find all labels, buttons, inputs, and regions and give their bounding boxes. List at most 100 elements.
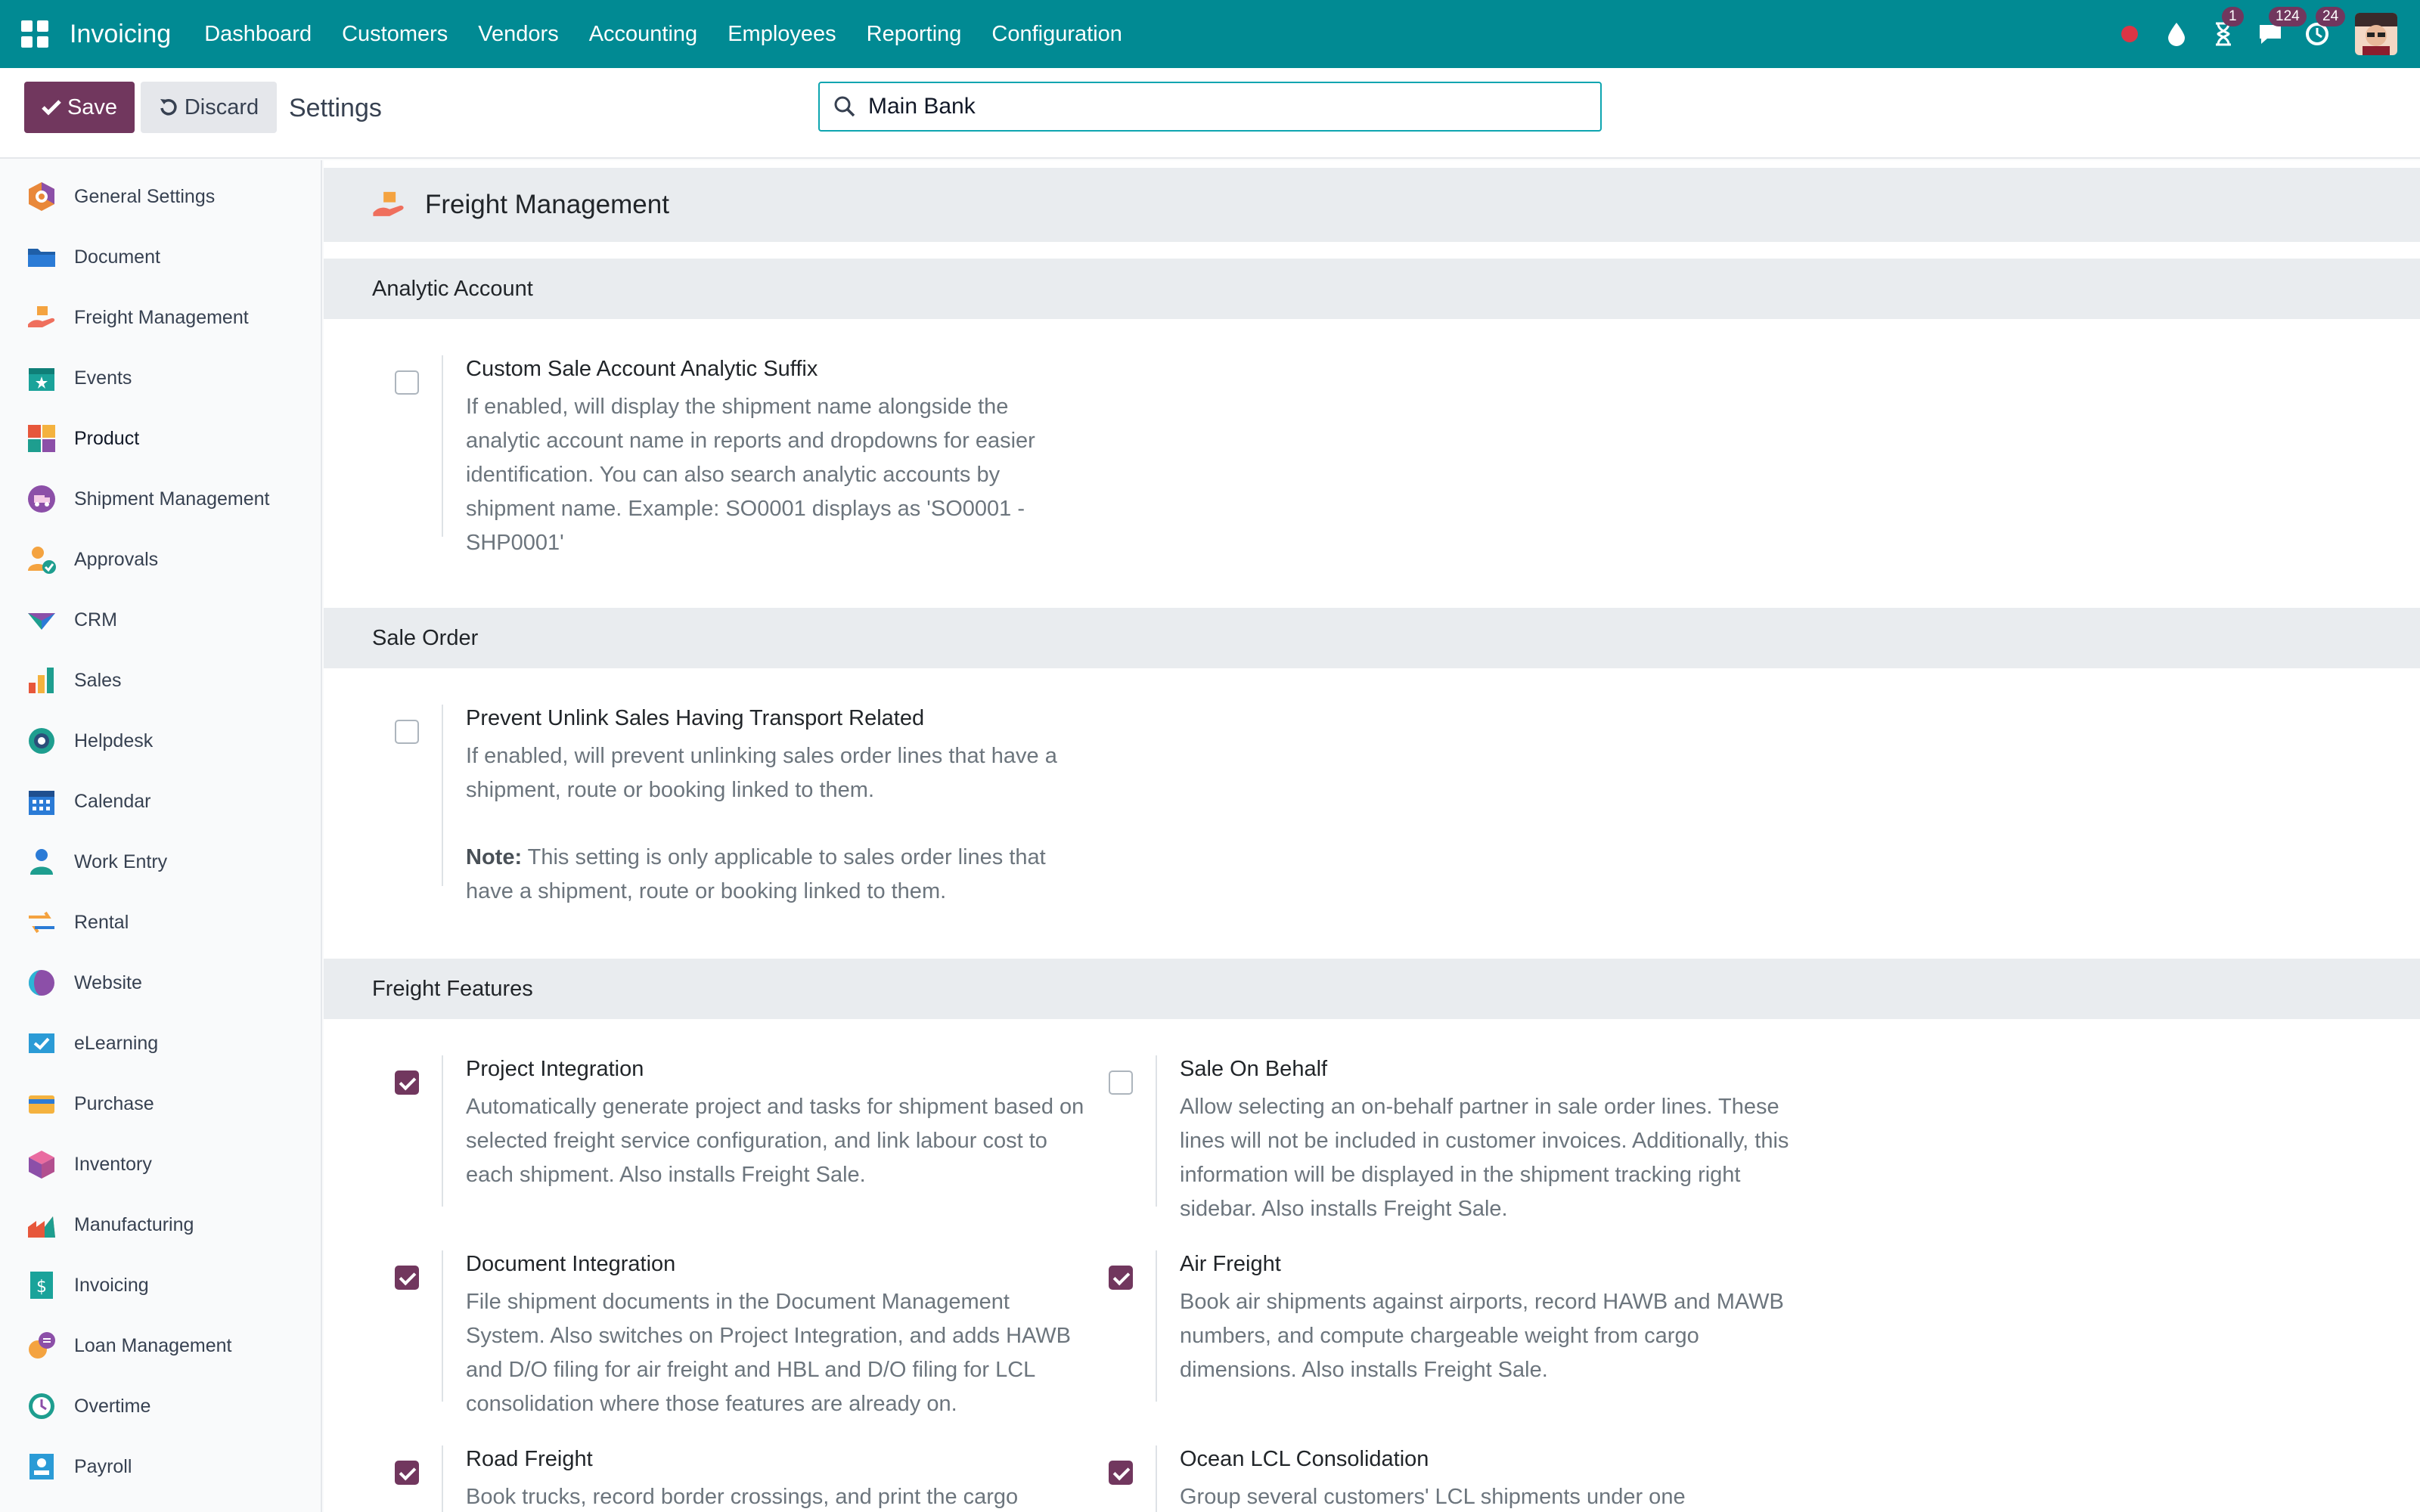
- setting-checkbox[interactable]: [1109, 1266, 1133, 1290]
- settings-search-box[interactable]: [818, 82, 1602, 132]
- sales-icon: [29, 668, 54, 693]
- sidebar-item-crm[interactable]: CRM: [0, 590, 322, 650]
- control-panel: Save Discard Settings: [0, 68, 2420, 159]
- setting-divider: [442, 1445, 443, 1512]
- messages-icon[interactable]: 124: [2255, 7, 2307, 49]
- sidebar-item-purchase[interactable]: Purchase: [0, 1074, 322, 1134]
- setting-ocean-lcl-consolidation: Ocean LCL Consolidation Group several cu…: [1109, 1445, 1789, 1512]
- overtime-icon: [29, 1393, 54, 1419]
- sidebar-item-label: Invoicing: [74, 1274, 149, 1296]
- setting-checkbox[interactable]: [395, 1461, 419, 1485]
- sidebar-item-overtime[interactable]: Overtime: [0, 1376, 322, 1436]
- approvals-icon: [28, 547, 56, 574]
- events-icon: [29, 368, 54, 391]
- sidebar-item-shipment-management[interactable]: Shipment Management: [0, 469, 322, 529]
- freight-management-icon: [28, 306, 55, 327]
- purchase-icon: [29, 1095, 54, 1114]
- setting-checkbox[interactable]: [395, 720, 419, 744]
- sidebar-item-general-settings[interactable]: General Settings: [0, 166, 322, 227]
- setting-project-integration: Project Integration Automatically genera…: [395, 1055, 1084, 1207]
- setting-description: File shipment documents in the Document …: [466, 1290, 1072, 1416]
- setting-description: If enabled, will prevent unlinking sales…: [466, 744, 1057, 802]
- shipment-management-icon: [28, 485, 55, 513]
- document-folder-icon: [28, 249, 55, 267]
- sidebar-item-website[interactable]: Website: [0, 953, 322, 1013]
- droplet-icon[interactable]: [2161, 19, 2192, 49]
- setting-description: If enabled, will display the shipment na…: [466, 395, 1035, 555]
- sidebar-item-work-entry[interactable]: Work Entry: [0, 832, 322, 892]
- sidebar-item-label: Website: [74, 971, 142, 993]
- save-button[interactable]: Save: [24, 82, 135, 133]
- setting-road-freight: Road Freight Book trucks, record border …: [395, 1445, 1075, 1512]
- setting-divider: [442, 355, 443, 537]
- menu-customers[interactable]: Customers: [342, 22, 448, 47]
- recording-dot-icon[interactable]: [2114, 19, 2145, 49]
- rental-icon: [29, 911, 54, 934]
- sidebar-item-manufacturing[interactable]: Manufacturing: [0, 1194, 322, 1255]
- setting-checkbox[interactable]: [1109, 1461, 1133, 1485]
- sidebar-item-rental[interactable]: Rental: [0, 892, 322, 953]
- sidebar-item-helpdesk[interactable]: Helpdesk: [0, 711, 322, 771]
- sidebar-item-loan-management[interactable]: Loan Management: [0, 1315, 322, 1376]
- setting-checkbox[interactable]: [1109, 1070, 1133, 1095]
- discard-button[interactable]: Discard: [141, 82, 277, 133]
- sidebar-item-invoicing[interactable]: $ Invoicing: [0, 1255, 322, 1315]
- menu-accounting[interactable]: Accounting: [589, 22, 698, 47]
- menu-employees[interactable]: Employees: [728, 22, 836, 47]
- menu-configuration[interactable]: Configuration: [991, 22, 1122, 47]
- sidebar-item-label: Inventory: [74, 1153, 152, 1175]
- freight-management-icon: [373, 191, 404, 216]
- sidebar-item-label: Manufacturing: [74, 1213, 194, 1235]
- setting-title: Road Freight: [466, 1447, 593, 1471]
- updates-clock-icon[interactable]: 24: [2302, 7, 2346, 49]
- work-entry-icon: [30, 849, 53, 875]
- setting-title: Custom Sale Account Analytic Suffix: [466, 357, 818, 381]
- sidebar-item-events[interactable]: Events: [0, 348, 322, 408]
- menu-reporting[interactable]: Reporting: [867, 22, 962, 47]
- settings-content: Freight Management Analytic Account Cust…: [324, 160, 2420, 1512]
- sidebar-item-elearning[interactable]: eLearning: [0, 1013, 322, 1074]
- save-button-label: Save: [67, 94, 118, 119]
- app-menu-grid-icon[interactable]: [21, 20, 48, 48]
- sidebar-item-payroll[interactable]: Payroll: [0, 1436, 322, 1497]
- search-input[interactable]: [868, 94, 1549, 119]
- setting-divider: [442, 705, 443, 886]
- setting-title: Sale On Behalf: [1180, 1057, 1328, 1081]
- setting-title: Document Integration: [466, 1252, 676, 1276]
- sidebar-item-sales[interactable]: Sales: [0, 650, 322, 711]
- setting-title: Ocean LCL Consolidation: [1180, 1447, 1429, 1471]
- sidebar-item-product[interactable]: Product: [0, 408, 322, 469]
- setting-title: Prevent Unlink Sales Having Transport Re…: [466, 706, 925, 730]
- sidebar-item-document[interactable]: Document: [0, 227, 322, 287]
- activity-hourglass-icon[interactable]: 1: [2208, 7, 2244, 49]
- updates-badge: 24: [2316, 7, 2346, 26]
- sidebar-item-label: Work Entry: [74, 850, 168, 872]
- sidebar-item-calendar[interactable]: Calendar: [0, 771, 322, 832]
- setting-divider: [1156, 1250, 1157, 1402]
- sidebar-item-freight-management[interactable]: Freight Management: [0, 287, 322, 348]
- menu-vendors[interactable]: Vendors: [478, 22, 558, 47]
- sidebar-item-label: Payroll: [74, 1455, 132, 1477]
- undo-icon: [160, 99, 177, 116]
- website-icon: [29, 970, 54, 996]
- menu-dashboard[interactable]: Dashboard: [204, 22, 312, 47]
- sidebar-item-label: Freight Management: [74, 306, 249, 328]
- section-title: Analytic Account: [372, 276, 533, 301]
- sidebar-item-label: CRM: [74, 609, 117, 631]
- app-brand[interactable]: Invoicing: [70, 20, 171, 49]
- sidebar-item-inventory[interactable]: Inventory: [0, 1134, 322, 1194]
- setting-note-text: This setting is only applicable to sales…: [466, 845, 1046, 903]
- setting-checkbox[interactable]: [395, 370, 419, 395]
- sidebar-item-label: General Settings: [74, 185, 216, 207]
- user-avatar[interactable]: [2355, 13, 2397, 55]
- app-section-header: Freight Management: [324, 168, 2420, 242]
- section-title: Freight Features: [372, 976, 533, 1001]
- sidebar-item-approvals[interactable]: Approvals: [0, 529, 322, 590]
- sidebar-item-label: Document: [74, 246, 160, 268]
- setting-checkbox[interactable]: [395, 1070, 419, 1095]
- setting-description: Allow selecting an on-behalf partner in …: [1180, 1095, 1789, 1221]
- loan-management-icon: [29, 1332, 55, 1359]
- section-sale-order: Sale Order: [324, 608, 2420, 668]
- setting-checkbox[interactable]: [395, 1266, 419, 1290]
- setting-description: Automatically generate project and tasks…: [466, 1095, 1084, 1187]
